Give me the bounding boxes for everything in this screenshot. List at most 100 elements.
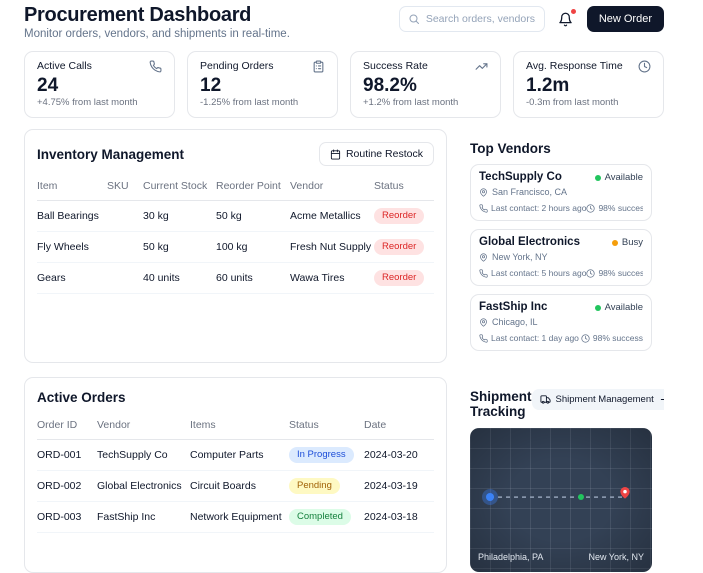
status-dot bbox=[595, 175, 601, 181]
current-stock-cell: 40 units bbox=[143, 263, 216, 294]
phone-icon bbox=[149, 60, 162, 73]
stat-card-pending-orders: Pending Orders 12 -1.25% from last month bbox=[187, 51, 338, 118]
status-cell: Reorder bbox=[374, 232, 434, 263]
inventory-table: Item SKU Current Stock Reorder Point Ven… bbox=[37, 172, 434, 294]
procurement-dashboard: Procurement Dashboard Monitor orders, ve… bbox=[0, 0, 703, 573]
vendor-cell: TechSupply Co bbox=[97, 440, 190, 471]
column-header: Reorder Point bbox=[216, 172, 290, 201]
top-vendors-title: Top Vendors bbox=[470, 141, 652, 156]
table-row: ORD-002 Global Electronics Circuit Board… bbox=[37, 471, 434, 502]
shipment-tracking-section: Shipment Tracking Shipment Management Ph… bbox=[458, 377, 664, 573]
status-cell: In Progress bbox=[289, 440, 364, 471]
item-cell: Gears bbox=[37, 263, 107, 294]
notifications-button[interactable] bbox=[553, 6, 579, 32]
items-cell: Network Equipment bbox=[190, 502, 289, 533]
vendor-success-rate: 98% success bbox=[598, 268, 643, 278]
routine-restock-button[interactable]: Routine Restock bbox=[319, 142, 434, 166]
search-box[interactable] bbox=[399, 6, 545, 32]
vendor-name: Global Electronics bbox=[479, 236, 580, 249]
stat-card-success-rate: Success Rate 98.2% +1.2% from last month bbox=[350, 51, 501, 118]
search-input[interactable] bbox=[400, 7, 544, 31]
vendor-name: TechSupply Co bbox=[479, 171, 562, 184]
stat-value: 98.2% bbox=[363, 76, 488, 96]
active-orders-card: Active Orders Order ID Vendor Items Stat… bbox=[24, 377, 447, 573]
status-badge: Pending bbox=[289, 478, 340, 494]
truck-icon bbox=[540, 394, 551, 405]
status-badge: Reorder bbox=[374, 270, 424, 286]
column-header: Status bbox=[374, 172, 434, 201]
map-pin-icon bbox=[479, 253, 488, 262]
stat-label: Active Calls bbox=[37, 61, 92, 72]
status-dot bbox=[612, 240, 618, 246]
date-cell: 2024-03-20 bbox=[364, 440, 434, 471]
items-cell: Computer Parts bbox=[190, 440, 289, 471]
arrow-right-icon bbox=[659, 394, 664, 405]
status-cell: Reorder bbox=[374, 263, 434, 294]
vendor-card: TechSupply Co Available San Francisco, C… bbox=[470, 164, 652, 221]
active-orders-title: Active Orders bbox=[37, 390, 434, 405]
stat-change: +1.2% from last month bbox=[363, 98, 488, 108]
vendor-success-rate: 98% success bbox=[598, 203, 643, 213]
shipment-management-button[interactable]: Shipment Management bbox=[532, 389, 664, 410]
search-icon bbox=[408, 13, 420, 25]
table-row: Gears 40 units 60 units Wawa Tires Reord… bbox=[37, 263, 434, 294]
vendor-cell: Acme Metallics bbox=[290, 201, 374, 232]
route-line bbox=[470, 428, 652, 572]
vendor-card: FastShip Inc Available Chicago, IL Last … bbox=[470, 294, 652, 351]
vendor-location: Chicago, IL bbox=[492, 317, 538, 327]
item-cell: Ball Bearings bbox=[37, 201, 107, 232]
clock-icon bbox=[581, 334, 590, 343]
vendor-status: Available bbox=[595, 172, 643, 183]
destination-label: New York, NY bbox=[588, 552, 644, 562]
items-cell: Circuit Boards bbox=[190, 471, 289, 502]
vendor-success-rate: 98% success bbox=[593, 333, 643, 343]
vendor-last-contact: Last contact: 2 hours ago bbox=[491, 203, 586, 213]
vendor-status-label: Available bbox=[605, 172, 643, 183]
clipboard-icon bbox=[312, 60, 325, 73]
origin-marker bbox=[486, 493, 494, 501]
page-title: Procurement Dashboard bbox=[24, 5, 290, 25]
vendor-location: San Francisco, CA bbox=[492, 187, 567, 197]
phone-icon bbox=[479, 334, 488, 343]
table-row: ORD-003 FastShip Inc Network Equipment C… bbox=[37, 502, 434, 533]
map-pin-icon bbox=[479, 188, 488, 197]
stat-value: 12 bbox=[200, 76, 325, 96]
vendor-name: FastShip Inc bbox=[479, 301, 547, 314]
new-order-button[interactable]: New Order bbox=[587, 6, 664, 32]
vendor-status: Busy bbox=[612, 237, 643, 248]
phone-icon bbox=[479, 269, 488, 278]
column-header: Current Stock bbox=[143, 172, 216, 201]
stat-card-active-calls: Active Calls 24 +4.75% from last month bbox=[24, 51, 175, 118]
stat-change: -1.25% from last month bbox=[200, 98, 325, 108]
stat-change: -0.3m from last month bbox=[526, 98, 651, 108]
status-badge: Reorder bbox=[374, 239, 424, 255]
stats-row: Active Calls 24 +4.75% from last month P… bbox=[24, 51, 664, 118]
reorder-point-cell: 100 kg bbox=[216, 232, 290, 263]
notification-dot bbox=[571, 9, 576, 14]
vendor-last-contact: Last contact: 5 hours ago bbox=[491, 268, 586, 278]
vendor-status-label: Available bbox=[605, 302, 643, 313]
column-header: Order ID bbox=[37, 411, 97, 440]
vendor-cell: Wawa Tires bbox=[290, 263, 374, 294]
stat-card-avg-response-time: Avg. Response Time 1.2m -0.3m from last … bbox=[513, 51, 664, 118]
top-bar: Procurement Dashboard Monitor orders, ve… bbox=[24, 5, 664, 41]
status-badge: In Progress bbox=[289, 447, 354, 463]
reorder-point-cell: 50 kg bbox=[216, 201, 290, 232]
status-cell: Reorder bbox=[374, 201, 434, 232]
waypoint-marker bbox=[578, 494, 584, 500]
vendor-card: Global Electronics Busy New York, NY Las… bbox=[470, 229, 652, 286]
clock-icon bbox=[638, 60, 651, 73]
status-dot bbox=[595, 305, 601, 311]
vendor-location: New York, NY bbox=[492, 252, 548, 262]
order-id-cell: ORD-001 bbox=[37, 440, 97, 471]
date-cell: 2024-03-18 bbox=[364, 502, 434, 533]
column-header: Vendor bbox=[290, 172, 374, 201]
destination-pin-icon bbox=[618, 486, 632, 500]
phone-icon bbox=[479, 204, 488, 213]
status-cell: Pending bbox=[289, 471, 364, 502]
date-cell: 2024-03-19 bbox=[364, 471, 434, 502]
table-row: Ball Bearings 30 kg 50 kg Acme Metallics… bbox=[37, 201, 434, 232]
title-block: Procurement Dashboard Monitor orders, ve… bbox=[24, 5, 290, 41]
trending-up-icon bbox=[475, 60, 488, 73]
vendor-status: Available bbox=[595, 302, 643, 313]
